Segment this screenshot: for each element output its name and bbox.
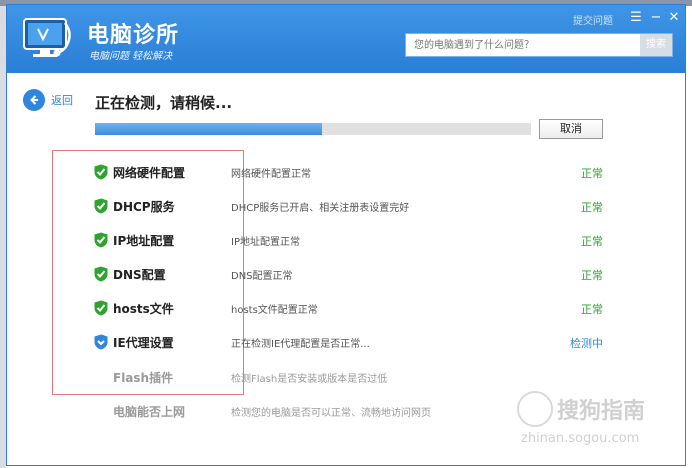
check-row: Flash插件 检测Flash是否安装或版本是否过低 [7,360,685,394]
sogou-logo-icon [517,391,553,427]
back-button[interactable]: 返回 [23,89,73,111]
blue-shield-icon [94,334,108,350]
green-shield-check-icon [94,266,108,282]
app-title: 电脑诊所 [87,23,180,48]
green-shield-check-icon [94,198,108,214]
progress-fill [95,123,322,135]
check-name: DNS配置 [113,268,166,282]
check-description: 检测Flash是否安装或版本是否过低 [231,374,388,385]
check-name: DHCP服务 [113,200,175,214]
scan-progress-bar [95,123,531,135]
monitor-stethoscope-icon [23,18,71,57]
check-row: 网络硬件配置 网络硬件配置正常 正常 [7,155,685,189]
check-name: hosts文件 [113,302,174,316]
watermark-url: zhinan.sogou.com [521,431,640,446]
check-status: 检测中 [570,337,603,350]
check-status: 正常 [581,303,603,316]
watermark-brand: 搜狗指南 [557,399,646,424]
check-row: DHCP服务 DHCP服务已开启、相关注册表设置完好 正常 [7,189,685,223]
check-description: DHCP服务已开启、相关注册表设置完好 [231,203,410,214]
check-row: IE代理设置 正在检测IE代理配置是否正常... 检测中 [7,325,685,359]
close-icon[interactable]: ✕ [665,9,683,27]
check-row: IP地址配置 IP地址配置正常 正常 [7,223,685,257]
minimize-icon[interactable]: − [647,9,665,27]
title-bar: 电脑诊所 电脑问题 轻松解决 提交问题 ☰ − ✕ 搜索 [7,5,685,73]
check-row: DNS配置 DNS配置正常 正常 [7,257,685,291]
check-status: 正常 [581,235,603,248]
check-name: IP地址配置 [113,234,175,248]
cancel-button[interactable]: 取消 [539,119,603,139]
green-shield-check-icon [94,164,108,180]
app-window: 电脑诊所 电脑问题 轻松解决 提交问题 ☰ − ✕ 搜索 返回 正在检测，请稍候… [6,4,686,466]
search-input[interactable] [406,34,638,56]
check-name: IE代理设置 [113,336,174,350]
check-row: hosts文件 hosts文件配置正常 正常 [7,291,685,325]
check-description: IP地址配置正常 [231,237,300,248]
menu-icon[interactable]: ☰ [627,9,645,27]
scan-status-title: 正在检测，请稍候... [95,94,233,112]
check-description: hosts文件配置正常 [231,305,318,316]
check-name: 网络硬件配置 [113,166,186,180]
check-description: 检测您的电脑是否可以正常、流畅地访问网页 [231,408,431,419]
watermark: 搜狗指南 zhinan.sogou.com [517,391,677,451]
left-arrow-icon [23,89,45,111]
check-name: 电脑能否上网 [113,405,186,419]
search-button[interactable]: 搜索 [640,34,672,56]
check-status: 正常 [581,201,603,214]
green-shield-check-icon [94,232,108,248]
search-box: 搜索 [405,33,673,57]
check-description: DNS配置正常 [231,271,293,282]
back-label: 返回 [51,94,73,107]
check-description: 网络硬件配置正常 [231,169,311,180]
check-description: 正在检测IE代理配置是否正常... [231,339,370,350]
app-subtitle: 电脑问题 轻松解决 [89,51,173,62]
green-shield-check-icon [94,300,108,316]
feedback-link[interactable]: 提交问题 [573,12,613,27]
check-status: 正常 [581,269,603,282]
check-status: 正常 [581,167,603,180]
check-name: Flash插件 [113,371,174,385]
